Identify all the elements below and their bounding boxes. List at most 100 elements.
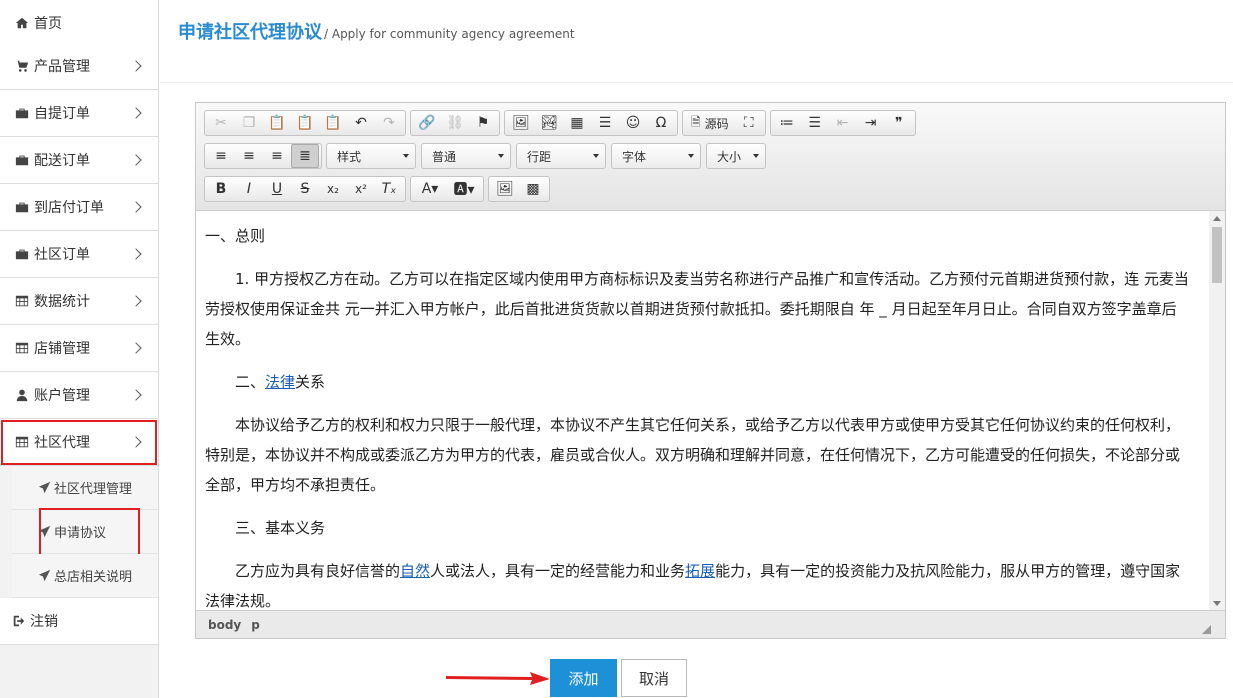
editor-content[interactable]: 一、总则 1. 甲方授权乙方在动。乙方可以在指定区域内使用甲方商标标识及麦当劳名… <box>196 211 1209 611</box>
strikethrough-icon[interactable]: S <box>291 177 319 201</box>
smiley-icon[interactable]: ☺ <box>619 111 647 135</box>
maximize-icon[interactable]: ⛶ <box>735 111 763 135</box>
sidebar-item-community-agent[interactable]: 社区代理 <box>0 419 158 466</box>
sidebar-subitem-agent-management[interactable]: 社区代理管理 <box>12 466 158 510</box>
sidebar-item-logout[interactable]: 注销 <box>0 598 158 645</box>
scroll-up-icon[interactable] <box>1213 216 1221 221</box>
cart-icon <box>14 59 30 73</box>
path-element-body[interactable]: body <box>208 618 241 632</box>
sidebar-subitem-apply-agreement[interactable]: 申请协议 <box>12 508 158 560</box>
expand-link[interactable]: 拓展 <box>685 562 715 580</box>
image-map-icon[interactable]: 🖼 <box>491 177 519 201</box>
scroll-down-icon[interactable] <box>1213 601 1221 606</box>
chevron-right-icon <box>130 436 142 448</box>
background-color-icon[interactable]: 🅰▾ <box>447 177 481 201</box>
italic-icon[interactable]: I <box>235 177 263 201</box>
qrcode-icon[interactable]: ▩ <box>519 177 547 201</box>
page-subtitle: / Apply for community agency agreement <box>324 27 575 41</box>
image-upload-icon[interactable]: 🏞 <box>535 111 563 135</box>
section-heading: 二、法律关系 <box>235 373 326 391</box>
paragraph: 乙方应为具有良好信誉的自然人或法人，具有一定的经营能力和业务拓展能力，具有一定的… <box>205 562 1181 610</box>
section-heading: 三、基本义务 <box>235 519 326 537</box>
cut-icon[interactable]: ✂ <box>207 111 235 135</box>
dropdown-arrow-icon <box>593 154 599 158</box>
bulleted-list-icon[interactable]: ☰ <box>801 111 829 135</box>
send-icon <box>38 569 52 582</box>
redo-icon[interactable]: ↷ <box>375 111 403 135</box>
table-icon <box>14 341 30 355</box>
remove-format-icon[interactable]: Tₓ <box>375 177 403 201</box>
text-style-group: B I U S x₂ x² Tₓ <box>204 176 406 202</box>
toolbar-row-1: ✂ ❐ 📋 📋 📋 ↶ ↷ 🔗 ⛓ ⚑ 🖼 🏞 ▦ ☰ ☺ Ω 🗎 源码 ⛶ ≔… <box>204 109 920 137</box>
font-select[interactable]: 字体 <box>611 143 701 169</box>
add-button[interactable]: 添加 <box>550 659 617 697</box>
superscript-icon[interactable]: x² <box>347 177 375 201</box>
logout-icon <box>12 614 26 628</box>
paragraph: 本协议给予乙方的权利和权力只限于一般代理，本协议不产生其它任何关系，或给予乙方以… <box>205 416 1181 494</box>
align-center-icon[interactable]: ≡ <box>235 144 263 168</box>
dropdown-arrow-icon <box>498 154 504 158</box>
undo-icon[interactable]: ↶ <box>347 111 375 135</box>
copy-icon[interactable]: ❐ <box>235 111 263 135</box>
cancel-button[interactable]: 取消 <box>621 659 687 697</box>
table-icon <box>14 435 30 449</box>
path-element-p[interactable]: p <box>251 618 260 632</box>
format-select[interactable]: 普通 <box>421 143 511 169</box>
sidebar-item-label: 到店付订单 <box>34 200 104 216</box>
sidebar-item-account-management[interactable]: 账户管理 <box>0 372 158 419</box>
editor-toolbar: ✂ ❐ 📋 📋 📋 ↶ ↷ 🔗 ⛓ ⚑ 🖼 🏞 ▦ ☰ ☺ Ω 🗎 源码 ⛶ ≔… <box>196 103 1225 211</box>
special-char-icon[interactable]: Ω <box>647 111 675 135</box>
editor-statusbar: body p <box>196 610 1225 638</box>
style-select[interactable]: 样式 <box>326 143 416 169</box>
dropdown-arrow-icon <box>753 154 759 158</box>
line-height-select[interactable]: 行距 <box>516 143 606 169</box>
subscript-icon[interactable]: x₂ <box>319 177 347 201</box>
blockquote-icon[interactable]: ❞ <box>885 111 913 135</box>
rich-text-editor[interactable]: ✂ ❐ 📋 📋 📋 ↶ ↷ 🔗 ⛓ ⚑ 🖼 🏞 ▦ ☰ ☺ Ω 🗎 源码 ⛶ ≔… <box>195 102 1226 639</box>
table-insert-icon[interactable]: ▦ <box>563 111 591 135</box>
chevron-right-icon <box>130 295 142 307</box>
numbered-list-icon[interactable]: ≔ <box>773 111 801 135</box>
paste-icon[interactable]: 📋 <box>263 111 291 135</box>
paragraph: 1. 甲方授权乙方在动。乙方可以在指定区域内使用甲方商标标识及麦当劳名称进行产品… <box>205 270 1189 348</box>
natural-link[interactable]: 自然 <box>400 562 430 580</box>
sidebar-item-products[interactable]: 产品管理 <box>0 43 158 90</box>
source-button[interactable]: 🗎 源码 <box>685 111 735 135</box>
size-select[interactable]: 大小 <box>706 143 766 169</box>
resize-handle-icon[interactable] <box>1202 625 1211 634</box>
sidebar-item-community-orders[interactable]: 社区订单 <box>0 231 158 278</box>
text-color-icon[interactable]: A▾ <box>413 177 447 201</box>
sidebar-item-statistics[interactable]: 数据统计 <box>0 278 158 325</box>
law-link[interactable]: 法律 <box>265 373 295 391</box>
sidebar-item-store-management[interactable]: 店铺管理 <box>0 325 158 372</box>
bold-icon[interactable]: B <box>207 177 235 201</box>
scroll-thumb[interactable] <box>1212 227 1222 283</box>
paste-word-icon[interactable]: 📋 <box>319 111 347 135</box>
paste-text-icon[interactable]: 📋 <box>291 111 319 135</box>
outdent-icon[interactable]: ⇤ <box>829 111 857 135</box>
underline-icon[interactable]: U <box>263 177 291 201</box>
indent-icon[interactable]: ⇥ <box>857 111 885 135</box>
align-right-icon[interactable]: ≡ <box>263 144 291 168</box>
sidebar-subitem-label: 总店相关说明 <box>54 570 133 585</box>
sidebar-item-home[interactable]: 首页 <box>0 0 158 47</box>
sidebar-item-in-store-orders[interactable]: 到店付订单 <box>0 184 158 231</box>
toolbar-row-3: B I U S x₂ x² Tₓ A▾ 🅰▾ 🖼 ▩ <box>204 175 554 203</box>
sidebar-subitem-head-store-notes[interactable]: 总店相关说明 <box>12 554 158 598</box>
editor-scrollbar[interactable] <box>1209 211 1225 611</box>
sidebar-item-label: 账户管理 <box>34 388 90 404</box>
align-left-icon[interactable]: ≡ <box>207 144 235 168</box>
sidebar-item-label: 配送订单 <box>34 153 90 169</box>
horizontal-rule-icon[interactable]: ☰ <box>591 111 619 135</box>
image-icon[interactable]: 🖼 <box>507 111 535 135</box>
sidebar-item-delivery-orders[interactable]: 配送订单 <box>0 137 158 184</box>
briefcase-icon <box>14 106 30 120</box>
table-icon <box>14 294 30 308</box>
anchor-flag-icon[interactable]: ⚑ <box>469 111 497 135</box>
insert-group: 🖼 🏞 ▦ ☰ ☺ Ω <box>504 110 678 136</box>
sidebar-item-pickup-orders[interactable]: 自提订单 <box>0 90 158 137</box>
unlink-icon[interactable]: ⛓ <box>441 111 469 135</box>
link-icon[interactable]: 🔗 <box>413 111 441 135</box>
align-justify-icon[interactable]: ≣ <box>291 144 319 168</box>
chevron-right-icon <box>130 107 142 119</box>
